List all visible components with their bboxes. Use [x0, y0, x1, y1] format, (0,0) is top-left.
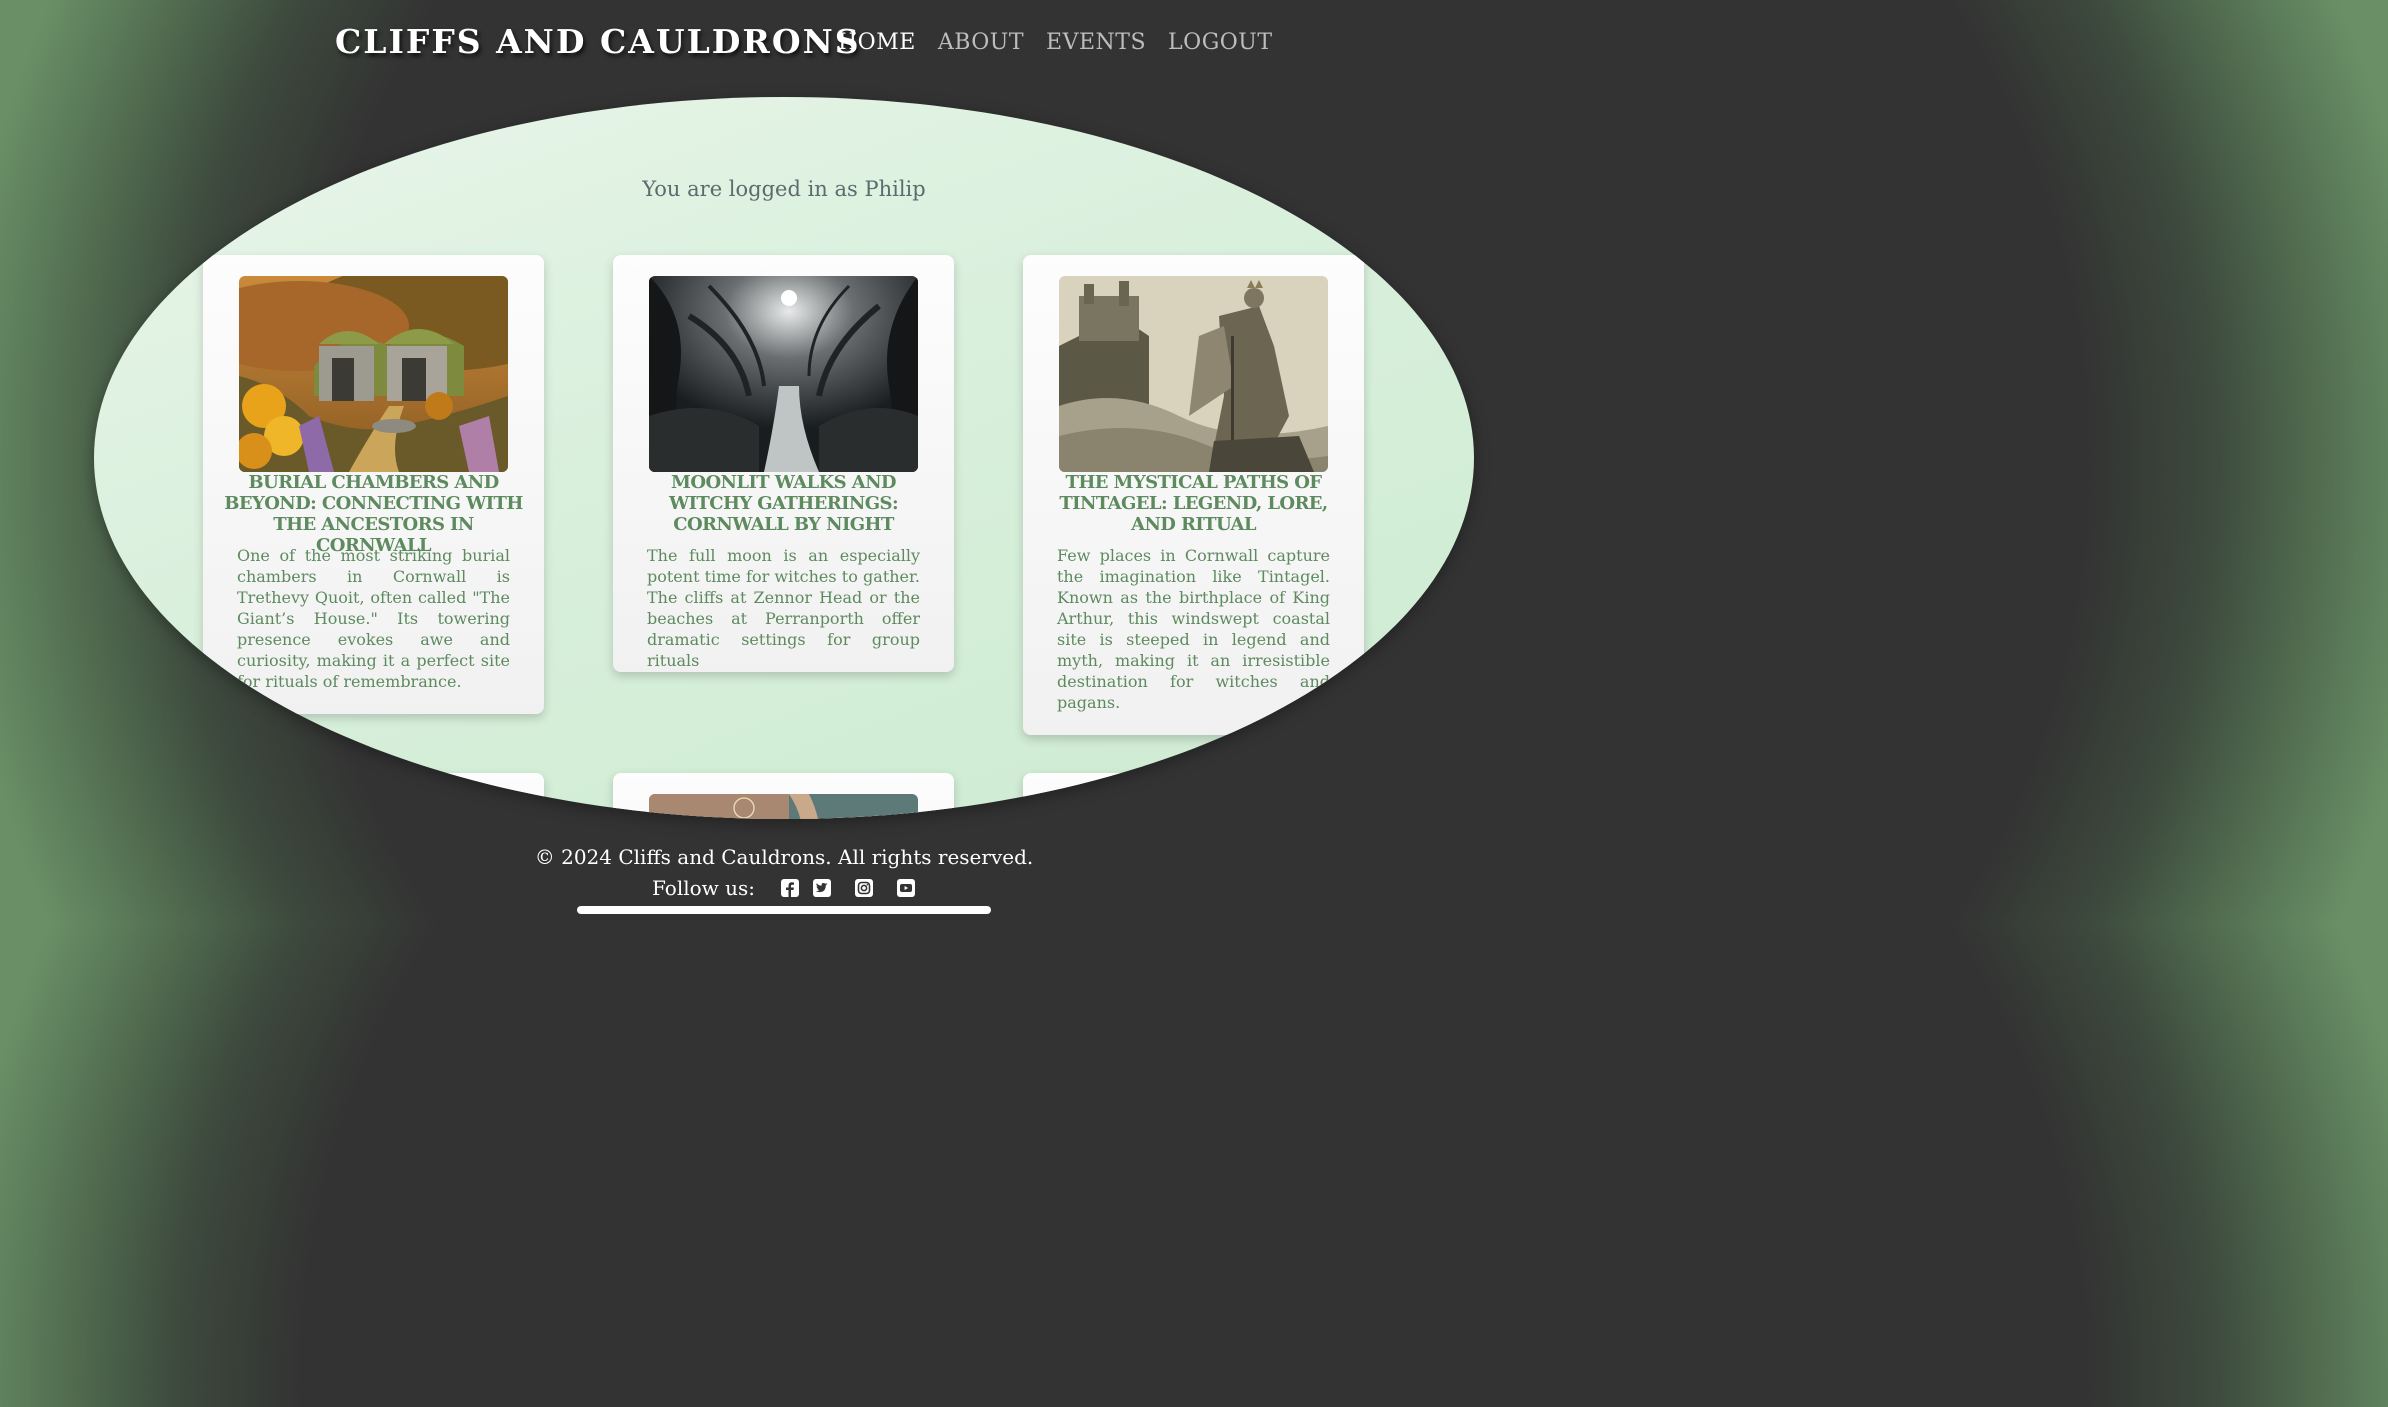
- nav-logout[interactable]: Logout: [1168, 30, 1272, 55]
- card-text: Few places in Cornwall capture the imagi…: [1057, 546, 1330, 712]
- site-header: Cliffs and Cauldrons Home About Events L…: [0, 0, 1568, 90]
- article-card-partial[interactable]: [1023, 773, 1364, 819]
- article-card-tintagel[interactable]: The Mystical Paths of Tintagel: Legend, …: [1023, 255, 1364, 735]
- article-card-burial-chambers[interactable]: Burial Chambers and Beyond: Connecting w…: [203, 255, 544, 714]
- nav-about[interactable]: About: [938, 30, 1024, 55]
- instagram-icon[interactable]: [855, 879, 874, 897]
- copyright-notice: © 2024 Cliffs and Cauldrons. All rights …: [534, 845, 1034, 869]
- article-card-moonlit-walks[interactable]: Moonlit Walks and Witchy Gatherings: Cor…: [613, 255, 954, 672]
- youtube-icon[interactable]: [897, 879, 916, 897]
- follow-label: Follow us:: [652, 876, 756, 900]
- card-text: One of the most striking burial chambers…: [237, 546, 510, 691]
- content-oval: You are logged in as Philip BURIAL CHAMB…: [94, 97, 1474, 819]
- article-card-partial[interactable]: [613, 773, 954, 819]
- facebook-icon[interactable]: [781, 879, 800, 897]
- card-title[interactable]: Moonlit Walks and Witchy Gatherings: Cor…: [627, 472, 940, 535]
- card-text: The full moon is an especially potent ti…: [647, 546, 920, 670]
- burial-chamber-heathland-image: [239, 276, 508, 472]
- site-title[interactable]: Cliffs and Cauldrons: [335, 22, 861, 61]
- main-nav: Home About Events Logout: [838, 30, 1273, 55]
- social-links: Follow us:: [652, 876, 929, 900]
- card-title[interactable]: The Mystical Paths of Tintagel: Legend, …: [1037, 472, 1350, 535]
- scroll-indicator-bar[interactable]: [577, 906, 991, 914]
- card-image-partial: [649, 794, 918, 819]
- login-status: You are logged in as Philip: [642, 177, 926, 201]
- moonlit-forest-path-image: [649, 276, 918, 472]
- twitter-icon[interactable]: [813, 879, 832, 897]
- card-title[interactable]: Burial Chambers and Beyond: Connecting w…: [217, 472, 530, 556]
- nav-events[interactable]: Events: [1046, 30, 1146, 55]
- nav-home[interactable]: Home: [838, 30, 916, 55]
- article-card-partial[interactable]: [203, 773, 544, 819]
- tintagel-king-arthur-image: [1059, 276, 1328, 472]
